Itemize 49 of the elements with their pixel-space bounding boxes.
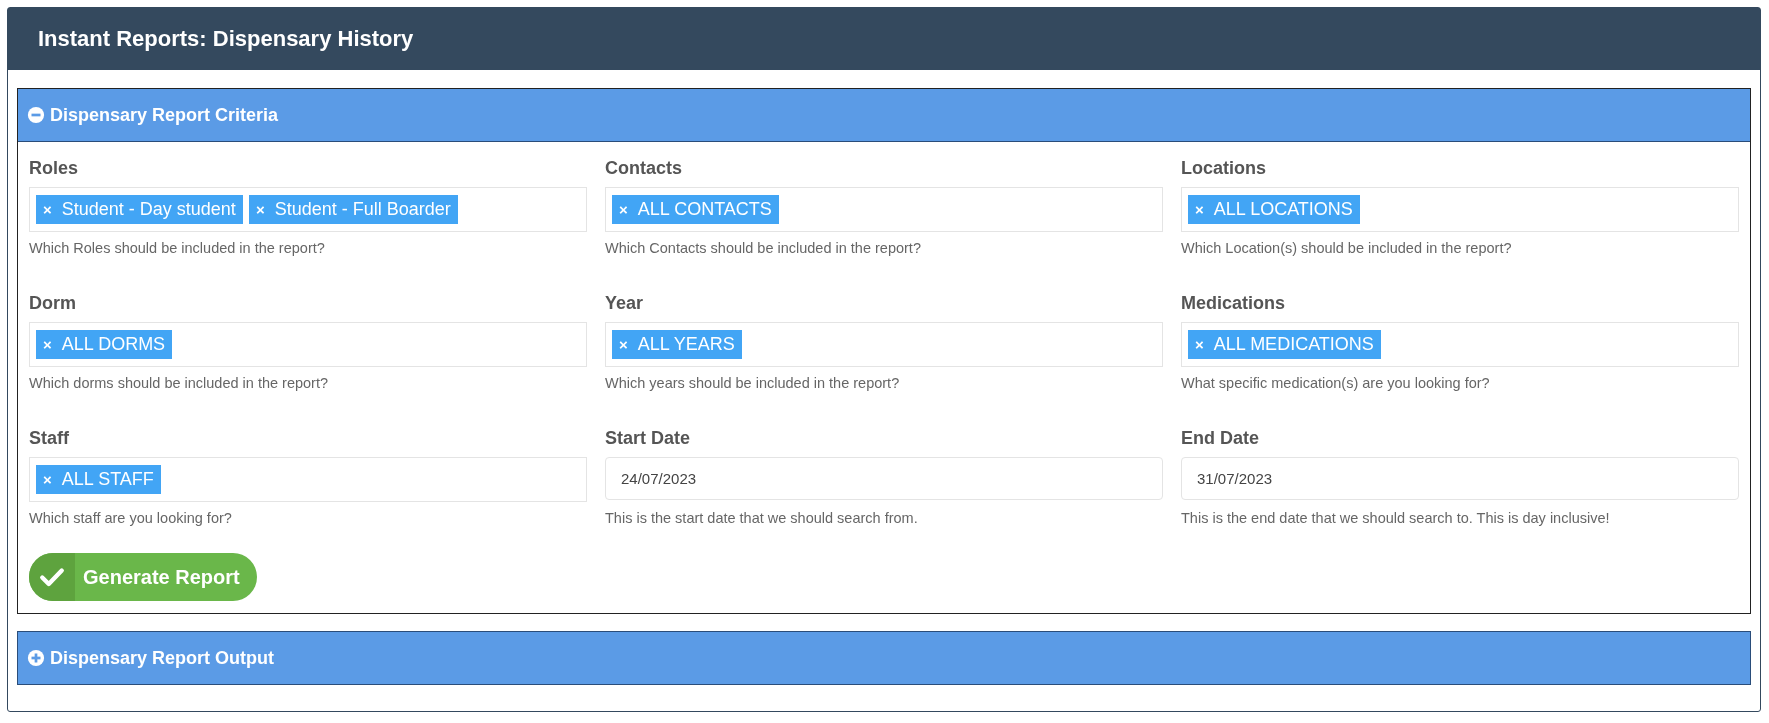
selected-tag[interactable]: × ALL STAFF	[36, 465, 161, 494]
selected-tag[interactable]: × ALL CONTACTS	[612, 195, 779, 224]
field-label: Start Date	[605, 428, 692, 449]
field-label: Contacts	[605, 158, 683, 179]
field-label: Year	[605, 293, 645, 314]
field-label: Medications	[1181, 293, 1287, 314]
selected-tag[interactable]: × ALL MEDICATIONS	[1188, 330, 1381, 359]
plus-circle-icon	[27, 649, 45, 667]
help-text: Which years should be included in the report?	[605, 375, 901, 391]
help-text: This is the end date that we should search to. This is day inclusive!	[1181, 510, 1611, 526]
date-field[interactable]: 24/07/2023	[605, 457, 1163, 500]
help-text: Which staff are you looking for?	[29, 510, 233, 526]
selected-tag[interactable]: × ALL DORMS	[36, 330, 173, 359]
date-field[interactable]: 31/07/2023	[1181, 457, 1739, 500]
multi-select-field[interactable]: × ALL CONTACTS	[605, 187, 1163, 232]
help-text: Which dorms should be included in the report?	[29, 375, 330, 391]
multi-select-field[interactable]: × Student - Day student × Student - Full Boarder	[29, 187, 587, 232]
multi-select-field[interactable]: × ALL MEDICATIONS	[1181, 322, 1739, 367]
help-text: This is the start date that we should search from.	[605, 510, 919, 526]
minus-circle-icon	[27, 106, 45, 124]
field-label: Locations	[1181, 158, 1267, 179]
selected-tag[interactable]: × ALL LOCATIONS	[1188, 195, 1360, 224]
remove-tag-icon[interactable]: ×	[1195, 336, 1204, 353]
selected-tag[interactable]: × ALL YEARS	[612, 330, 742, 359]
generate-report-button[interactable]: Generate Report	[29, 553, 257, 601]
remove-tag-icon[interactable]: ×	[619, 336, 628, 353]
field-label: Staff	[29, 428, 70, 449]
remove-tag-icon[interactable]: ×	[43, 201, 52, 218]
multi-select-field[interactable]: × ALL YEARS	[605, 322, 1163, 367]
field-label: End Date	[1181, 428, 1260, 449]
help-text: Which Roles should be included in the report?	[29, 240, 326, 256]
selected-tag[interactable]: × Student - Day student	[36, 195, 243, 224]
multi-select-field[interactable]: × ALL DORMS	[29, 322, 587, 367]
remove-tag-icon[interactable]: ×	[43, 471, 52, 488]
remove-tag-icon[interactable]: ×	[619, 201, 628, 218]
help-text: Which Location(s) should be included in the report?	[1181, 240, 1513, 256]
panel-header[interactable]: Dispensary Report Criteria	[18, 89, 1750, 142]
multi-select-field[interactable]: × ALL STAFF	[29, 457, 587, 502]
selected-tag[interactable]: × Student - Full Boarder	[248, 195, 458, 224]
remove-tag-icon[interactable]: ×	[43, 336, 52, 353]
panel-header[interactable]: Dispensary Report Output	[18, 632, 1750, 684]
help-text: What specific medication(s) are you looking for?	[1181, 375, 1491, 391]
field-label: Roles	[29, 158, 80, 179]
help-text: Which Contacts should be included in the report?	[605, 240, 922, 256]
remove-tag-icon[interactable]: ×	[255, 201, 265, 218]
field-label: Dorm	[29, 293, 77, 314]
remove-tag-icon[interactable]: ×	[1195, 201, 1204, 218]
page-title: Instant Reports: Dispensary History	[38, 26, 414, 52]
multi-select-field[interactable]: × ALL LOCATIONS	[1181, 187, 1739, 232]
